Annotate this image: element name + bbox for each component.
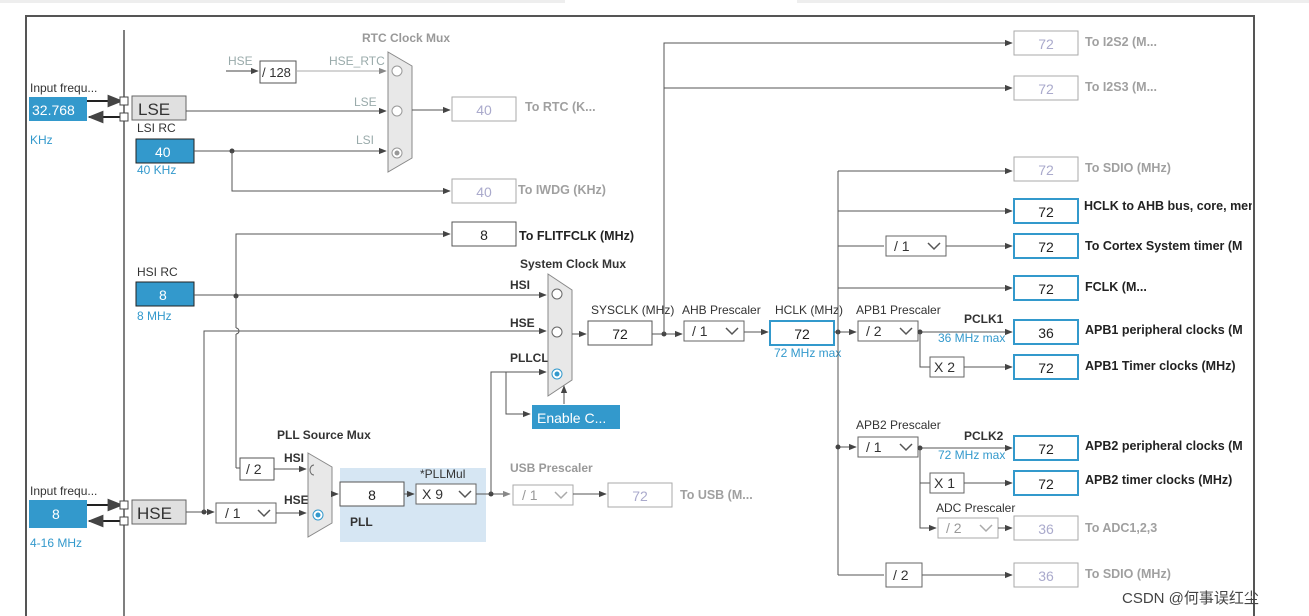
rtc-mux-title: RTC Clock Mux bbox=[362, 31, 450, 45]
enable-css-label: Enable C... bbox=[537, 410, 606, 426]
sysclk-value: 72 bbox=[612, 326, 628, 342]
rtc-hse-rtc-label: HSE_RTC bbox=[329, 54, 385, 68]
hse-block-label: HSE bbox=[137, 504, 172, 523]
apb1-max: 36 MHz max bbox=[938, 331, 1005, 345]
sysclk-mux-hsi-radio[interactable] bbox=[551, 288, 563, 300]
sysclk-label: SYSCLK (MHz) bbox=[591, 303, 674, 317]
sdio1-output-label: To SDIO (MHz) bbox=[1085, 161, 1171, 175]
usb-prescaler-label: USB Prescaler bbox=[510, 461, 593, 475]
apb1-timer-output-label: APB1 Timer clocks (MHz) bbox=[1085, 359, 1236, 373]
ahb-prescaler-value: / 1 bbox=[692, 323, 708, 339]
apb2-timer-output-value: 72 bbox=[1038, 476, 1054, 492]
cortex-output-value: 72 bbox=[1038, 239, 1054, 255]
rtc-mux-hse-radio[interactable] bbox=[391, 65, 403, 77]
apb1-timer-output-value: 72 bbox=[1038, 360, 1054, 376]
hsi-title: HSI RC bbox=[137, 265, 178, 279]
rtc-lsi-label: LSI bbox=[356, 133, 374, 147]
apb1-timer-mult: X 2 bbox=[934, 359, 955, 375]
hclk-max: 72 MHz max bbox=[774, 346, 841, 360]
pll-source-mux-title: PLL Source Mux bbox=[277, 428, 371, 442]
clock-tree-diagram: Input frequ... 32.768 KHz LSE LSI RC 40 … bbox=[0, 0, 1309, 616]
hsi-unit: 8 MHz bbox=[137, 309, 172, 323]
lse-unit: KHz bbox=[30, 133, 53, 147]
i2s3-output-value: 72 bbox=[1038, 81, 1054, 97]
adc-output-value: 36 bbox=[1038, 521, 1054, 537]
adc-output-label: To ADC1,2,3 bbox=[1085, 521, 1157, 535]
hclk-ahb-output-value: 72 bbox=[1038, 204, 1054, 220]
ahb-prescaler-label: AHB Prescaler bbox=[682, 303, 761, 317]
rtc-div128: / 128 bbox=[262, 65, 291, 80]
hsi-value: 8 bbox=[159, 287, 167, 303]
rtc-output-label: To RTC (K... bbox=[525, 100, 596, 114]
sysclk-mux-title: System Clock Mux bbox=[520, 257, 626, 271]
rtc-mux-lse-radio[interactable] bbox=[391, 105, 403, 117]
lse-input-title: Input frequ... bbox=[30, 81, 97, 95]
hse-freq-value: 8 bbox=[52, 506, 60, 522]
apb2-prescaler-value: / 1 bbox=[866, 439, 882, 455]
sysclk-mux-hse-radio[interactable] bbox=[551, 326, 563, 338]
hclk-ahb-output-label: HCLK to AHB bus, core, memory and DMA (M… bbox=[1084, 199, 1309, 213]
lse-freq-value: 32.768 bbox=[32, 102, 75, 118]
apb2-timer-mult: X 1 bbox=[934, 475, 955, 491]
rtc-lse-label: LSE bbox=[354, 95, 377, 109]
rtc-output-value: 40 bbox=[476, 102, 492, 118]
apb2-timer-output-label: APB2 timer clocks (MHz) bbox=[1085, 473, 1232, 487]
iwdg-output-label: To IWDG (KHz) bbox=[518, 183, 606, 197]
i2s2-output-label: To I2S2 (M... bbox=[1085, 35, 1157, 49]
pclk1-label: PCLK1 bbox=[964, 312, 1004, 326]
iwdg-output-value: 40 bbox=[476, 184, 492, 200]
fclk-output-value: 72 bbox=[1038, 281, 1054, 297]
pll-hsi-div: / 2 bbox=[246, 461, 262, 477]
sdio1-output-value: 72 bbox=[1038, 162, 1054, 178]
hclk-value: 72 bbox=[794, 326, 810, 342]
apb1-prescaler-value: / 2 bbox=[866, 323, 882, 339]
cortex-output-label: To Cortex System timer (M bbox=[1085, 239, 1242, 253]
sdio2-output-value: 36 bbox=[1038, 568, 1054, 584]
pclk2-label: PCLK2 bbox=[964, 429, 1004, 443]
sysclk-mux-hsi-label: HSI bbox=[510, 278, 530, 292]
apb2-prescaler-label: APB2 Prescaler bbox=[856, 418, 941, 432]
adc-prescaler-value: / 2 bbox=[946, 520, 962, 536]
usb-output-value: 72 bbox=[632, 488, 648, 504]
apb2-max: 72 MHz max bbox=[938, 448, 1005, 462]
lse-block-label: LSE bbox=[138, 100, 170, 119]
flitf-output-value: 8 bbox=[480, 227, 488, 243]
hse-input-title: Input frequ... bbox=[30, 484, 97, 498]
apb2-periph-output-label: APB2 peripheral clocks (M bbox=[1085, 439, 1243, 453]
watermark: CSDN @何事误红尘 bbox=[1122, 590, 1259, 607]
apb1-periph-output-value: 36 bbox=[1038, 325, 1054, 341]
apb2-periph-output-value: 72 bbox=[1038, 441, 1054, 457]
pll-label: PLL bbox=[350, 515, 373, 529]
lsi-unit: 40 KHz bbox=[137, 163, 176, 177]
i2s2-output-value: 72 bbox=[1038, 36, 1054, 52]
cortex-div-value: / 1 bbox=[894, 238, 910, 254]
flitf-output-label: To FLITFCLK (MHz) bbox=[519, 229, 634, 243]
hclk-label: HCLK (MHz) bbox=[775, 303, 843, 317]
fclk-output-label: FCLK (M... bbox=[1085, 280, 1147, 294]
sdio-div-value: / 2 bbox=[893, 567, 909, 583]
hse-unit: 4-16 MHz bbox=[30, 536, 82, 550]
apb1-prescaler-label: APB1 Prescaler bbox=[856, 303, 941, 317]
sdio2-output-label: To SDIO (MHz) bbox=[1085, 567, 1171, 581]
lsi-value: 40 bbox=[155, 144, 171, 160]
usb-output-label: To USB (M... bbox=[680, 488, 753, 502]
sysclk-mux-hse-label: HSE bbox=[510, 316, 535, 330]
pll-mul-label: *PLLMul bbox=[420, 467, 465, 481]
apb1-periph-output-label: APB1 peripheral clocks (M bbox=[1085, 323, 1243, 337]
usb-prescaler-value: / 1 bbox=[522, 487, 538, 503]
pll-input-value: 8 bbox=[368, 487, 376, 503]
pll-hse-div-value: / 1 bbox=[225, 505, 241, 521]
lsi-title: LSI RC bbox=[137, 121, 176, 135]
rtc-hse-label: HSE bbox=[228, 54, 253, 68]
pll-mul-value: X 9 bbox=[422, 486, 443, 502]
adc-prescaler-label: ADC Prescaler bbox=[936, 501, 1015, 515]
i2s3-output-label: To I2S3 (M... bbox=[1085, 80, 1157, 94]
pll-mux-hsi-label: HSI bbox=[284, 451, 304, 465]
pll-mux-hse-label: HSE bbox=[284, 493, 309, 507]
